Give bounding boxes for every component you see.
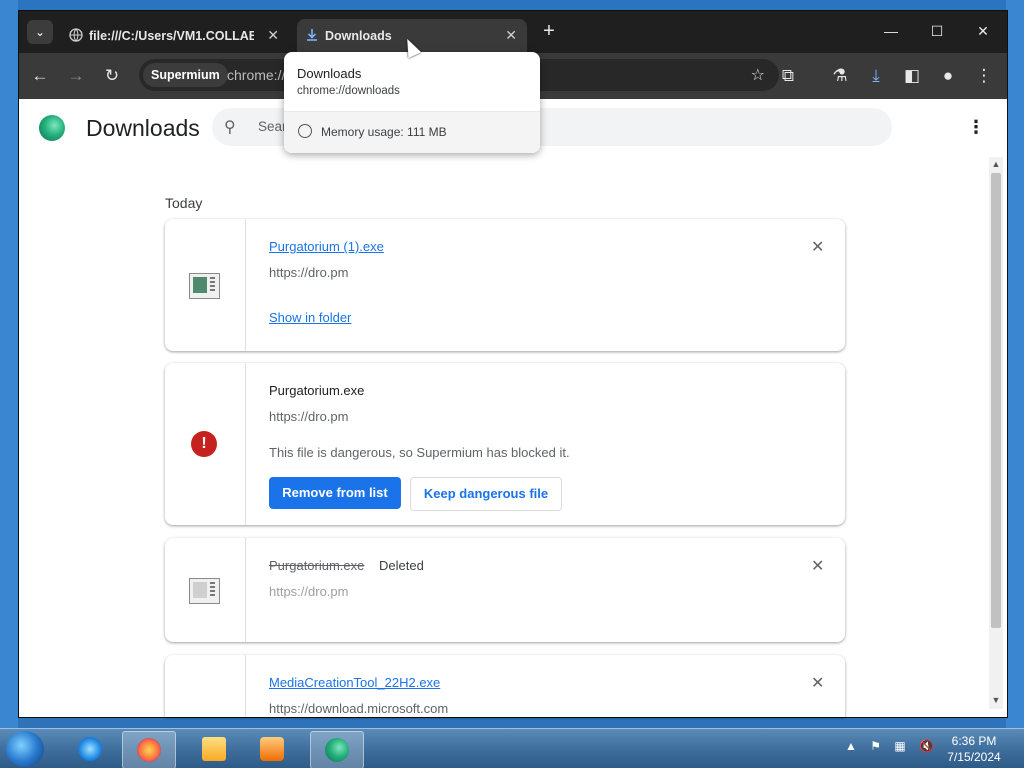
source-url: https://download.microsoft.com xyxy=(269,701,449,716)
network-icon[interactable]: ▦ xyxy=(894,739,905,753)
tab-file[interactable]: file:///C:/Users/VM1.COLLABN ✕ xyxy=(61,19,289,53)
source-url: https://dro.pm xyxy=(269,584,349,599)
media-player-icon xyxy=(260,737,284,761)
side-panel-icon[interactable]: ◧ xyxy=(901,65,923,87)
download-item: MediaCreationTool_22H2.exe https://downl… xyxy=(165,655,845,717)
taskbar-media-player[interactable] xyxy=(246,731,298,767)
new-tab-button[interactable]: + xyxy=(539,21,559,41)
file-icon xyxy=(189,578,220,604)
download-item-dangerous: ! Purgatorium.exe https://dro.pm This fi… xyxy=(165,363,845,525)
site-chip[interactable]: Supermium xyxy=(143,63,228,87)
tab-title: file:///C:/Users/VM1.COLLABN xyxy=(89,29,254,43)
hover-card-title: Downloads xyxy=(297,66,362,81)
page-menu-icon[interactable]: ⋮ xyxy=(967,117,985,138)
tab-title: Downloads xyxy=(325,29,392,43)
clock[interactable]: 6:36 PM 7/15/2024 xyxy=(940,733,1008,765)
downloads-toolbar-icon[interactable]: ⤓ xyxy=(865,65,887,87)
taskbar-ie[interactable] xyxy=(64,731,116,767)
supermium-logo xyxy=(39,115,65,141)
desktop-right-edge xyxy=(1006,0,1024,728)
download-item: Purgatorium (1).exe https://dro.pm Show … xyxy=(165,219,845,351)
firefox-icon xyxy=(137,738,161,762)
close-tab-icon[interactable]: ✕ xyxy=(267,27,279,44)
reload-icon[interactable]: ↻ xyxy=(101,65,123,87)
maximize-button[interactable]: ☐ xyxy=(927,23,947,40)
deleted-status: Deleted xyxy=(379,558,424,573)
folder-icon xyxy=(202,737,226,761)
extensions-icon[interactable]: ⧉ xyxy=(777,65,799,87)
memory-usage: Memory usage: 111 MB xyxy=(321,125,447,139)
scroll-thumb[interactable] xyxy=(991,173,1001,628)
remove-from-list-button[interactable]: Remove from list xyxy=(269,477,401,509)
tab-strip: ⌄ file:///C:/Users/VM1.COLLABN ✕ Downloa… xyxy=(19,11,1007,53)
internet-explorer-icon xyxy=(78,737,102,761)
scroll-up-arrow-icon[interactable]: ▲ xyxy=(991,159,1001,169)
start-button[interactable] xyxy=(6,731,44,767)
remove-item-icon[interactable]: ✕ xyxy=(811,673,824,693)
forward-icon[interactable]: → xyxy=(65,65,87,87)
close-tab-icon[interactable]: ✕ xyxy=(505,27,517,44)
supermium-icon xyxy=(325,738,349,762)
show-hidden-icons-icon[interactable]: ▲ xyxy=(845,739,857,753)
download-icon xyxy=(307,29,317,41)
file-icon xyxy=(189,273,220,299)
section-header: Today xyxy=(165,195,203,211)
taskbar-supermium[interactable] xyxy=(310,731,364,768)
danger-message: This file is dangerous, so Supermium has… xyxy=(269,445,570,460)
bookmark-star-icon[interactable]: ☆ xyxy=(751,65,765,85)
downloads-page: Downloads ⚲ Search downloads ⋮ Today Pur… xyxy=(19,99,1007,717)
taskbar-firefox[interactable] xyxy=(122,731,176,768)
page-title: Downloads xyxy=(86,115,200,141)
clock-time: 6:36 PM xyxy=(951,734,997,748)
scroll-down-arrow-icon[interactable]: ▼ xyxy=(991,695,1001,705)
close-window-button[interactable]: ✕ xyxy=(973,23,993,40)
hover-card-url: chrome://downloads xyxy=(297,85,400,97)
file-name-link[interactable]: MediaCreationTool_22H2.exe xyxy=(269,675,440,690)
taskbar: ▲ ⚑ ▦ 🔇 6:36 PM 7/15/2024 xyxy=(0,728,1024,768)
memory-gauge-icon xyxy=(298,124,312,138)
globe-icon xyxy=(69,28,83,42)
file-name-link[interactable]: Purgatorium (1).exe xyxy=(269,239,384,254)
remove-item-icon[interactable]: ✕ xyxy=(811,556,824,576)
volume-muted-icon[interactable]: 🔇 xyxy=(919,739,934,753)
back-icon[interactable]: ← xyxy=(29,65,51,87)
flag-icon[interactable]: ⚑ xyxy=(870,739,881,753)
clock-date: 7/15/2024 xyxy=(947,750,1001,764)
tab-hover-card: Downloads chrome://downloads Memory usag… xyxy=(284,52,540,153)
source-url: https://dro.pm xyxy=(269,265,349,280)
url-text[interactable]: chrome:// xyxy=(227,67,285,83)
desktop-left-edge xyxy=(0,0,18,728)
vertical-scrollbar[interactable]: ▲ ▼ xyxy=(989,157,1003,709)
danger-warning-icon: ! xyxy=(191,431,217,457)
keep-dangerous-file-button[interactable]: Keep dangerous file xyxy=(410,477,562,511)
file-name: Purgatorium.exe xyxy=(269,558,365,573)
menu-kebab-icon[interactable]: ⋮ xyxy=(973,65,995,87)
file-name: Purgatorium.exe xyxy=(269,383,365,398)
show-in-folder-link[interactable]: Show in folder xyxy=(269,310,351,325)
source-url: https://dro.pm xyxy=(269,409,349,424)
system-tray: ▲ ⚑ ▦ 🔇 xyxy=(845,739,934,753)
labs-flask-icon[interactable]: ⚗ xyxy=(829,65,851,87)
search-icon: ⚲ xyxy=(224,119,236,136)
minimize-button[interactable]: — xyxy=(881,23,901,39)
profile-avatar-icon[interactable]: ● xyxy=(937,65,959,87)
remove-item-icon[interactable]: ✕ xyxy=(811,237,824,257)
taskbar-explorer[interactable] xyxy=(188,731,240,767)
tab-search-button[interactable]: ⌄ xyxy=(27,20,53,44)
download-item-deleted: Purgatorium.exe Deleted https://dro.pm ✕ xyxy=(165,538,845,642)
